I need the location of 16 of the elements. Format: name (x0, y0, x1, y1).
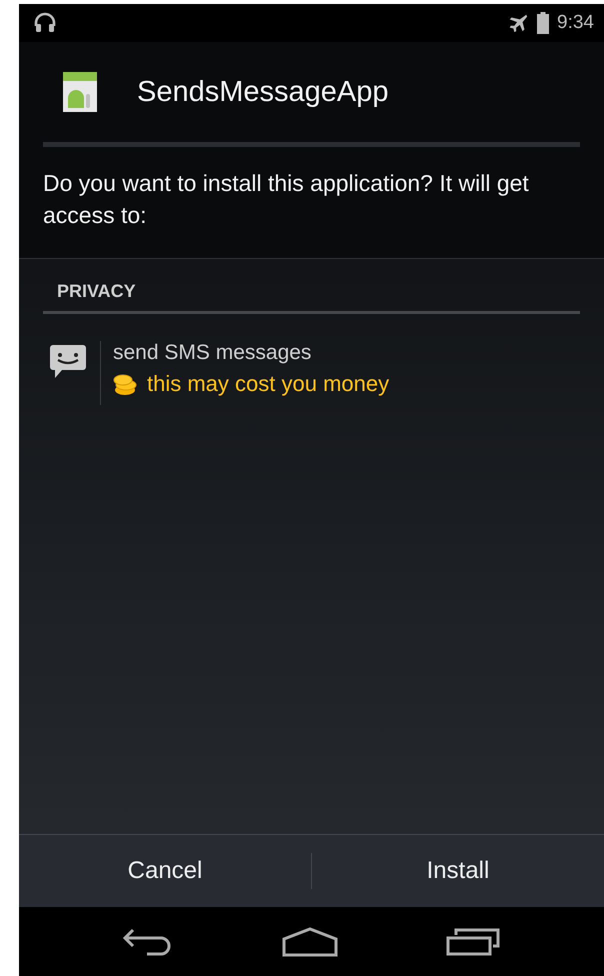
app-icon (63, 72, 97, 112)
dialog-button[interactable]: Install (312, 835, 604, 907)
permission-label: send SMS messages (113, 341, 312, 365)
chat-bubble-icon (50, 345, 86, 379)
recent-apps-icon[interactable] (446, 928, 500, 956)
section-title: PRIVACY (56, 280, 137, 303)
battery-icon (537, 12, 550, 34)
coins-icon (113, 372, 137, 396)
home-icon[interactable] (282, 926, 338, 956)
app-name: SendsMessageApp (137, 76, 388, 108)
dialog-button[interactable]: Cancel (19, 835, 311, 907)
headphones-icon (33, 11, 57, 35)
install-prompt: Do you want to install this application? It will get access to: (43, 169, 530, 230)
airplane-icon (507, 12, 530, 34)
cost-warning: this may cost you money (147, 371, 390, 397)
status-time: 9:34 (557, 12, 594, 34)
